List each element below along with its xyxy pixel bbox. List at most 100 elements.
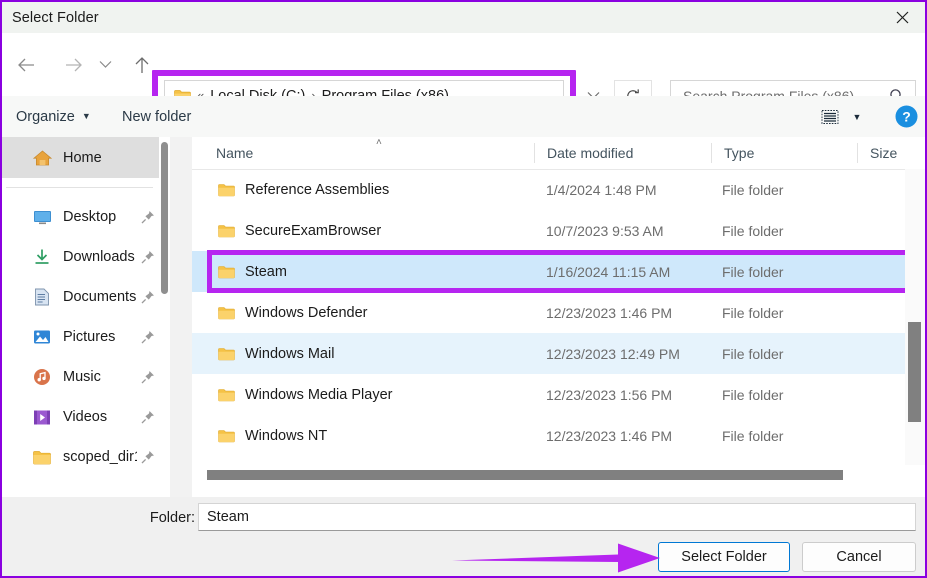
cell-name: Reference Assemblies — [245, 181, 390, 198]
folder-icon — [217, 345, 235, 363]
sort-ascending-icon: ˄ — [376, 137, 382, 148]
help-icon[interactable]: ? — [895, 105, 918, 128]
organize-button[interactable]: Organize ▼ — [16, 96, 91, 137]
table-row-selected[interactable]: Steam 1/16/2024 11:15 AM File folder — [192, 251, 925, 292]
sidebar-item-label: Pictures — [63, 329, 116, 345]
svg-text:?: ? — [902, 109, 911, 125]
column-headers: Name ˄ Date modified Type Size — [192, 137, 925, 170]
table-row-hover[interactable]: Windows Mail 12/23/2023 12:49 PM File fo… — [192, 333, 925, 374]
folder-input[interactable] — [205, 508, 915, 526]
chevron-down-icon: ▼ — [81, 111, 91, 121]
picture-icon — [32, 327, 52, 347]
cell-date-modified: 12/23/2023 1:46 PM — [546, 304, 673, 321]
cancel-button[interactable]: Cancel — [802, 542, 916, 572]
cell-type: File folder — [722, 263, 784, 280]
cell-name: Windows Defender — [245, 304, 368, 321]
view-options-chevron-down-icon[interactable]: ▼ — [847, 104, 867, 130]
cell-name: Windows NT — [245, 427, 328, 444]
pin-icon[interactable] — [137, 370, 159, 384]
cell-date-modified: 12/23/2023 1:56 PM — [546, 386, 673, 403]
folder-icon — [217, 263, 235, 281]
cell-date-modified: 12/23/2023 1:46 PM — [546, 427, 673, 444]
window-title: Select Folder — [12, 9, 99, 26]
organize-label: Organize — [16, 108, 75, 125]
file-list-vertical-scrollbar-thumb[interactable] — [908, 322, 921, 422]
cell-type: File folder — [722, 181, 784, 198]
table-row[interactable]: SecureExamBrowser 10/7/2023 9:53 AM File… — [192, 210, 925, 251]
sidebar-item-scoped-dir[interactable]: scoped_dir15 — [2, 437, 171, 477]
download-icon — [32, 247, 52, 267]
pin-icon[interactable] — [137, 290, 159, 304]
sidebar-item-label: Videos — [63, 409, 108, 425]
cell-type: File folder — [722, 427, 784, 444]
navigation-pane: Home Desktop Downloads Documents Picture… — [2, 137, 171, 497]
pin-icon[interactable] — [137, 210, 159, 224]
cell-date-modified: 10/7/2023 9:53 AM — [546, 222, 664, 239]
cell-type: File folder — [722, 386, 784, 403]
column-header-date-modified[interactable]: Date modified — [535, 137, 711, 169]
cell-name: SecureExamBrowser — [245, 222, 382, 239]
file-list-pane: Name ˄ Date modified Type Size Reference… — [192, 137, 925, 497]
sidebar-item-documents[interactable]: Documents — [2, 277, 171, 317]
sidebar-divider — [6, 187, 153, 188]
sidebar-item-label: Home — [63, 149, 102, 166]
sidebar-item-home[interactable]: Home — [2, 137, 171, 178]
cell-name: Steam — [245, 263, 287, 280]
folder-icon — [217, 304, 235, 322]
cell-type: File folder — [722, 304, 784, 321]
sidebar-item-desktop[interactable]: Desktop — [2, 197, 171, 237]
sidebar-item-label: Desktop — [63, 209, 117, 225]
file-list-horizontal-scrollbar-thumb[interactable] — [207, 470, 843, 480]
sidebar-item-label: Music — [63, 369, 101, 385]
cancel-label: Cancel — [836, 549, 882, 565]
sidebar-item-downloads[interactable]: Downloads — [2, 237, 171, 277]
pane-splitter[interactable] — [170, 137, 192, 497]
select-folder-button[interactable]: Select Folder — [658, 542, 790, 572]
pin-icon[interactable] — [137, 250, 159, 264]
select-folder-dialog: Select Folder « — [0, 0, 927, 578]
sidebar-item-videos[interactable]: Videos — [2, 397, 171, 437]
cell-date-modified: 12/23/2023 12:49 PM — [546, 345, 680, 362]
folder-field[interactable] — [198, 503, 916, 531]
pin-icon[interactable] — [137, 450, 159, 464]
dialog-footer: Folder: Select Folder Cancel — [2, 497, 925, 576]
folder-icon — [217, 427, 235, 445]
new-folder-label: New folder — [122, 108, 192, 125]
home-icon — [32, 148, 52, 168]
select-folder-label: Select Folder — [681, 549, 767, 565]
navigation-bar: « Local Disk (C:) › Program Files (x86) — [2, 33, 925, 121]
recent-locations-button[interactable] — [90, 33, 120, 96]
list-view-icon[interactable] — [814, 104, 846, 130]
folder-icon — [32, 447, 52, 467]
cell-type: File folder — [722, 222, 784, 239]
folder-label: Folder: — [149, 510, 195, 526]
column-header-size[interactable]: Size — [858, 137, 918, 169]
column-header-name[interactable]: Name — [204, 137, 534, 169]
title-bar: Select Folder — [2, 2, 925, 33]
sidebar-scrollbar-thumb[interactable] — [161, 142, 168, 294]
table-row[interactable]: Windows Media Player 12/23/2023 1:56 PM … — [192, 374, 925, 415]
new-folder-button[interactable]: New folder — [122, 96, 191, 137]
sidebar-item-label: scoped_dir15 — [63, 449, 137, 465]
cell-date-modified: 1/4/2024 1:48 PM — [546, 181, 657, 198]
folder-icon — [217, 181, 235, 199]
forward-button[interactable] — [54, 33, 94, 96]
video-icon — [32, 407, 52, 427]
column-header-type[interactable]: Type — [712, 137, 857, 169]
table-row[interactable]: Windows NT 12/23/2023 1:46 PM File folde… — [192, 415, 925, 456]
sidebar-item-music[interactable]: Music — [2, 357, 171, 397]
table-row[interactable]: Reference Assemblies 1/4/2024 1:48 PM Fi… — [192, 169, 925, 210]
table-row[interactable]: Windows Defender 12/23/2023 1:46 PM File… — [192, 292, 925, 333]
pin-icon[interactable] — [137, 330, 159, 344]
folder-icon — [217, 386, 235, 404]
sidebar-item-pictures[interactable]: Pictures — [2, 317, 171, 357]
document-icon — [32, 287, 52, 307]
cell-date-modified: 1/16/2024 11:15 AM — [546, 263, 671, 280]
cell-type: File folder — [722, 345, 784, 362]
sidebar-item-label: Downloads — [63, 249, 135, 265]
close-icon[interactable] — [879, 2, 925, 33]
cell-name: Windows Media Player — [245, 386, 393, 403]
pin-icon[interactable] — [137, 410, 159, 424]
back-button[interactable] — [6, 33, 46, 96]
sidebar-item-label: Documents — [63, 289, 137, 305]
